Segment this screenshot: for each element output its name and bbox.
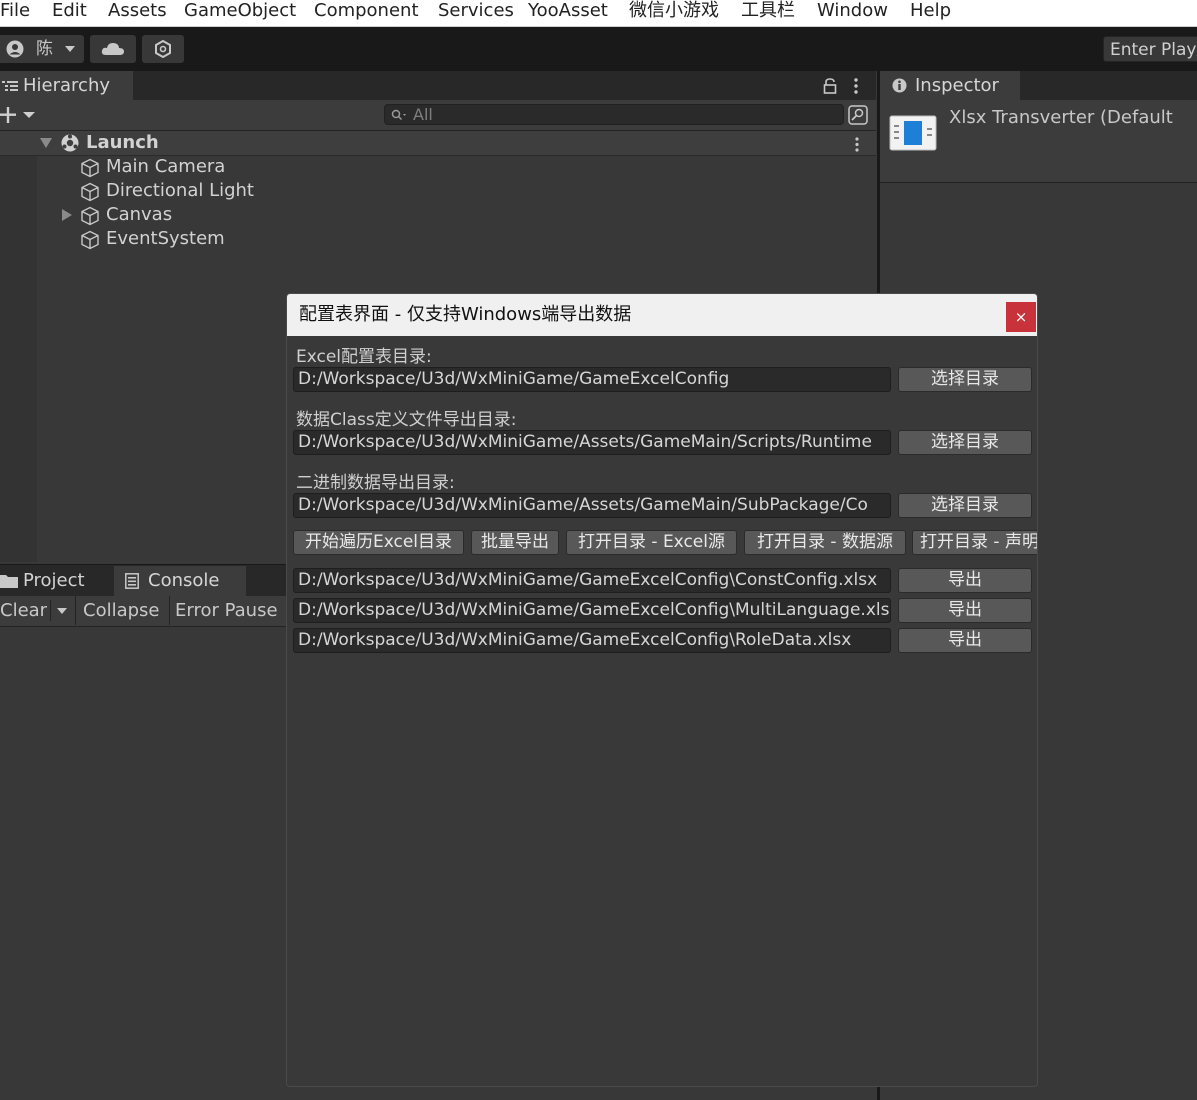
search-placeholder: All — [413, 105, 433, 124]
config-export-dialog: 配置表界面 - 仅支持Windows端导出数据 × Excel配置表目录: D:… — [286, 293, 1038, 1087]
batch-export-button[interactable]: 批量导出 — [471, 530, 559, 555]
hierarchy-item-main-camera[interactable]: Main Camera — [40, 156, 876, 179]
collapse-toggle[interactable]: Collapse — [83, 596, 160, 625]
chevron-down-icon — [65, 46, 75, 52]
tab-project[interactable]: Project — [0, 566, 113, 596]
unity-scene-icon — [61, 134, 79, 152]
menu-toolbar[interactable]: 工具栏 — [741, 0, 795, 24]
hierarchy-gutter — [0, 154, 37, 562]
menu-services[interactable]: Services — [438, 0, 514, 24]
hierarchy-tab-label: Hierarchy — [23, 75, 111, 96]
tab-console[interactable]: Console — [114, 566, 246, 596]
menu-file[interactable]: File — [0, 0, 30, 24]
hierarchy-item-label: Canvas — [106, 204, 173, 225]
hexagon-icon — [155, 40, 171, 58]
scriptable-object-icon — [889, 115, 937, 151]
scene-name: Launch — [86, 132, 159, 153]
export-file-button[interactable]: 导出 — [898, 628, 1032, 653]
console-tab-label: Console — [148, 570, 220, 591]
separator — [50, 600, 51, 621]
menu-wechat-minigame[interactable]: 微信小游戏 — [629, 0, 719, 24]
scene-more-icon[interactable] — [855, 137, 859, 152]
tab-inspector[interactable]: Inspector — [880, 71, 1020, 100]
export-file-button[interactable]: 导出 — [898, 568, 1032, 593]
account-dropdown[interactable]: 陈 — [0, 35, 84, 63]
account-icon — [6, 40, 24, 58]
folder-icon — [0, 575, 18, 588]
gameobject-cube-icon — [81, 206, 99, 226]
hierarchy-item-label: EventSystem — [106, 228, 225, 249]
collab-button[interactable] — [142, 35, 184, 63]
hierarchy-search-input[interactable]: All — [384, 104, 844, 125]
binary-dir-label: 二进制数据导出目录: — [296, 473, 455, 493]
class-dir-label: 数据Class定义文件导出目录: — [296, 410, 517, 430]
menu-edit[interactable]: Edit — [52, 0, 87, 24]
hierarchy-item-eventsystem[interactable]: EventSystem — [40, 228, 876, 251]
hierarchy-item-label: Main Camera — [106, 156, 226, 177]
open-data-source-button[interactable]: 打开目录 - 数据源 — [744, 530, 906, 555]
dialog-title: 配置表界面 - 仅支持Windows端导出数据 — [299, 304, 632, 325]
menu-component[interactable]: Component — [314, 0, 419, 24]
hierarchy-item-label: Directional Light — [106, 180, 254, 201]
info-icon — [892, 78, 907, 93]
lock-icon[interactable] — [823, 78, 837, 94]
gameobject-cube-icon — [81, 230, 99, 250]
main-toolbar: 陈 Enter Play — [0, 27, 1197, 71]
inspector-tab-label: Inspector — [915, 75, 999, 96]
cloud-button[interactable] — [90, 35, 136, 63]
hierarchy-list-icon — [2, 81, 18, 91]
separator — [75, 596, 76, 625]
export-file-button[interactable]: 导出 — [898, 598, 1032, 623]
inspector-object-title: Xlsx Transverter (Default — [949, 107, 1173, 128]
error-pause-toggle[interactable]: Error Pause — [175, 596, 278, 625]
search-icon — [391, 109, 406, 121]
create-add-icon[interactable] — [0, 106, 36, 124]
menu-assets[interactable]: Assets — [108, 0, 167, 24]
class-dir-field[interactable]: D:/Workspace/U3d/WxMiniGame/Assets/GameM… — [293, 430, 891, 455]
binary-dir-field[interactable]: D:/Workspace/U3d/WxMiniGame/Assets/GameM… — [293, 493, 891, 518]
gameobject-cube-icon — [81, 158, 99, 178]
expand-arrow-down-icon[interactable] — [40, 138, 52, 148]
menu-bar: File Edit Assets GameObject Component Se… — [0, 0, 1197, 27]
cloud-icon — [101, 42, 124, 55]
choose-binary-dir-button[interactable]: 选择目录 — [898, 493, 1032, 518]
hierarchy-item-directional-light[interactable]: Directional Light — [40, 180, 876, 203]
close-button[interactable]: × — [1006, 302, 1036, 332]
enter-play-mode-button[interactable]: Enter Play — [1103, 36, 1197, 62]
account-name: 陈 — [36, 39, 53, 59]
menu-gameobject[interactable]: GameObject — [184, 0, 296, 24]
separator — [169, 596, 170, 625]
excel-dir-label: Excel配置表目录: — [296, 347, 432, 367]
expand-arrow-right-icon[interactable] — [62, 209, 72, 221]
dialog-titlebar[interactable]: 配置表界面 - 仅支持Windows端导出数据 × — [287, 294, 1037, 336]
excel-file-field[interactable]: D:/Workspace/U3d/WxMiniGame/GameExcelCon… — [293, 568, 891, 593]
open-excel-source-button[interactable]: 打开目录 - Excel源 — [566, 530, 737, 555]
gameobject-cube-icon — [81, 182, 99, 202]
tab-hierarchy[interactable]: Hierarchy — [0, 71, 133, 100]
excel-dir-field[interactable]: D:/Workspace/U3d/WxMiniGame/GameExcelCon… — [293, 367, 891, 392]
open-declaration-button[interactable]: 打开目录 - 声明 — [912, 530, 1037, 555]
choose-excel-dir-button[interactable]: 选择目录 — [898, 367, 1032, 392]
project-tab-label: Project — [23, 570, 85, 591]
scene-search-icon[interactable] — [848, 105, 868, 125]
menu-yooasset[interactable]: YooAsset — [528, 0, 608, 24]
more-options-icon[interactable] — [854, 78, 858, 94]
menu-window[interactable]: Window — [817, 0, 888, 24]
excel-file-field[interactable]: D:/Workspace/U3d/WxMiniGame/GameExcelCon… — [293, 598, 891, 623]
console-icon — [125, 573, 139, 589]
clear-button[interactable]: Clear — [0, 596, 47, 625]
menu-help[interactable]: Help — [910, 0, 951, 24]
excel-file-field[interactable]: D:/Workspace/U3d/WxMiniGame/GameExcelCon… — [293, 628, 891, 653]
choose-class-dir-button[interactable]: 选择目录 — [898, 430, 1032, 455]
clear-options-chevron-icon[interactable] — [56, 607, 68, 615]
scan-excel-dir-button[interactable]: 开始遍历Excel目录 — [293, 530, 464, 555]
hierarchy-item-canvas[interactable]: Canvas — [40, 204, 876, 227]
